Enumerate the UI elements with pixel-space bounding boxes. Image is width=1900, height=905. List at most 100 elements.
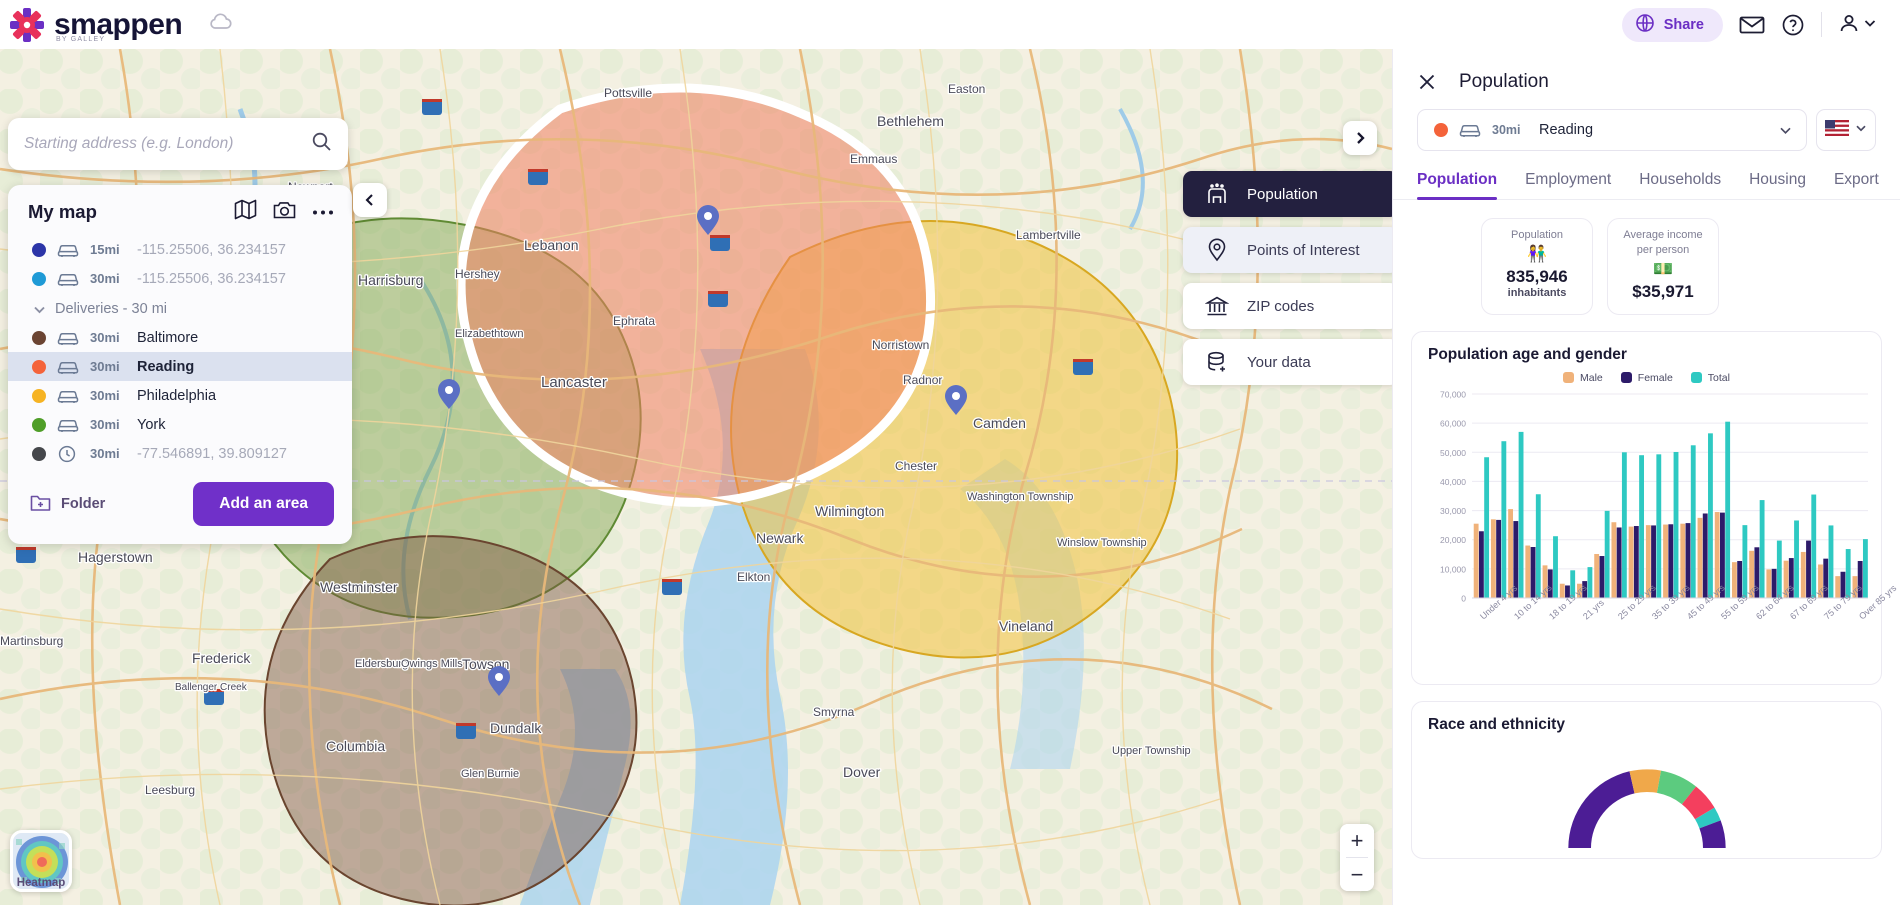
chart-plot-area: 0 10,000 20,000 30,000 40,000 50,000 60,000 70,… bbox=[1428, 388, 1868, 612]
map-canvas[interactable]: PottsvilleEastonBethlehemEmmausNewportLe… bbox=[0, 49, 1392, 905]
map-label: Pottsville bbox=[604, 86, 652, 100]
search-box[interactable] bbox=[8, 118, 348, 170]
chevron-down-icon[interactable] bbox=[32, 302, 47, 317]
bar-total bbox=[1656, 454, 1662, 598]
account-menu-button[interactable] bbox=[1838, 12, 1878, 37]
folder-group-deliveries[interactable]: Deliveries - 30 mi bbox=[8, 293, 352, 323]
brand-subtitle: BY GALLEY bbox=[56, 35, 106, 43]
layer-row-115-25506-36-234157[interactable]: 15mi -115.25506, 36.234157 bbox=[8, 235, 352, 264]
bar-total bbox=[1553, 535, 1558, 598]
search-input[interactable] bbox=[24, 135, 311, 153]
data-menu-label: ZIP codes bbox=[1247, 297, 1315, 315]
bar-total bbox=[1828, 525, 1834, 598]
zoom-out-button[interactable]: − bbox=[1340, 858, 1374, 891]
map-label: Westminster bbox=[320, 579, 398, 595]
layer-list-folder: 30mi Baltimore 30mi Reading 30mi Philade… bbox=[8, 323, 352, 468]
donut-segment[interactable] bbox=[1628, 769, 1661, 794]
bar-total bbox=[1587, 566, 1593, 598]
chart-title: Population age and gender bbox=[1428, 345, 1627, 363]
stat-card: Average income per person 💵 $35,971 bbox=[1607, 218, 1719, 315]
layer-color-dot[interactable] bbox=[32, 242, 46, 257]
close-icon[interactable] bbox=[1417, 72, 1437, 92]
map-label: Wilmington bbox=[815, 503, 884, 519]
bar-male bbox=[1611, 521, 1617, 598]
map-label: Frederick bbox=[192, 650, 251, 666]
right-panel: Population 30mi Reading Population Emplo… bbox=[1392, 49, 1900, 905]
donut-segment[interactable] bbox=[1567, 770, 1635, 848]
search-icon[interactable] bbox=[311, 131, 332, 157]
add-folder-button[interactable]: Folder bbox=[30, 493, 105, 516]
race-donut-chart bbox=[1428, 738, 1865, 848]
chevron-down-icon[interactable] bbox=[1854, 121, 1868, 140]
country-select[interactable] bbox=[1816, 109, 1876, 151]
svg-text:70,000: 70,000 bbox=[1440, 389, 1466, 399]
data-menu-item-points-of-interest[interactable]: Points of Interest bbox=[1183, 227, 1392, 273]
layer-color-dot[interactable] bbox=[32, 446, 46, 461]
layer-row-reading[interactable]: 30mi Reading bbox=[8, 352, 352, 381]
car-icon bbox=[57, 330, 79, 346]
population-icon bbox=[1205, 182, 1229, 206]
bar-total bbox=[1725, 421, 1731, 598]
zoom-controls: + − bbox=[1340, 824, 1374, 891]
stat-value: $35,971 bbox=[1632, 281, 1694, 301]
layer-name: Baltimore bbox=[137, 329, 199, 346]
more-horizontal-icon[interactable] bbox=[312, 203, 334, 221]
data-menu-item-population[interactable]: Population bbox=[1183, 171, 1392, 217]
svg-text:50,000: 50,000 bbox=[1440, 447, 1466, 457]
layer-row-york[interactable]: 30mi York bbox=[8, 410, 352, 439]
chart-x-axis-labels: Under 4 yrs 10 to 14 yrs 18 to 19 yrs 21 yr… bbox=[1428, 582, 1898, 674]
car-icon bbox=[57, 388, 79, 404]
data-menu-item-zip-codes[interactable]: ZIP codes bbox=[1183, 283, 1392, 329]
panel-header: Population bbox=[1393, 49, 1900, 93]
bar-female bbox=[1478, 530, 1484, 598]
stat-card: Population 👫 835,946 inhabitants bbox=[1481, 218, 1593, 315]
layer-distance: 30mi bbox=[90, 388, 120, 403]
layer-color-dot[interactable] bbox=[32, 388, 46, 403]
help-circle-icon[interactable] bbox=[1781, 13, 1805, 37]
map-label: Vineland bbox=[999, 618, 1053, 634]
heatmap-toggle[interactable] bbox=[10, 830, 72, 892]
tab-housing[interactable]: Housing bbox=[1749, 171, 1806, 199]
car-icon bbox=[57, 271, 79, 287]
add-an-area-button[interactable]: Add an area bbox=[193, 482, 334, 526]
svg-text:30,000: 30,000 bbox=[1440, 506, 1466, 516]
layer-color-dot[interactable] bbox=[32, 359, 46, 374]
data-menu-label: Your data bbox=[1247, 353, 1311, 371]
data-menu-label: Points of Interest bbox=[1247, 241, 1360, 259]
collapse-panel-button[interactable] bbox=[353, 183, 387, 217]
tab-population[interactable]: Population bbox=[1417, 171, 1498, 200]
area-select[interactable]: 30mi Reading bbox=[1417, 109, 1807, 151]
layer-color-dot[interactable] bbox=[32, 271, 46, 286]
car-icon bbox=[57, 242, 79, 258]
tab-employment[interactable]: Employment bbox=[1525, 171, 1611, 199]
layer-row-77-546891-39-809127[interactable]: 30mi -77.546891, 39.809127 bbox=[8, 439, 352, 468]
expand-panel-button[interactable] bbox=[1343, 121, 1377, 155]
map-icon[interactable] bbox=[234, 199, 257, 225]
tab-households[interactable]: Households bbox=[1639, 171, 1721, 199]
bar-total bbox=[1794, 520, 1799, 598]
bar-male bbox=[1663, 524, 1668, 598]
layer-color-dot[interactable] bbox=[32, 330, 46, 345]
layer-row-baltimore[interactable]: 30mi Baltimore bbox=[8, 323, 352, 352]
tab-export[interactable]: Export bbox=[1834, 171, 1879, 199]
legend-swatch bbox=[1563, 372, 1575, 384]
zoom-in-button[interactable]: + bbox=[1340, 824, 1374, 857]
stat-emoji: 👫 bbox=[1527, 245, 1547, 263]
bar-total bbox=[1673, 451, 1679, 598]
share-button[interactable]: Share bbox=[1621, 7, 1723, 42]
bar-female bbox=[1599, 555, 1605, 598]
map-label: Glen Burnie bbox=[461, 768, 519, 780]
data-menu-item-your-data[interactable]: Your data bbox=[1183, 339, 1392, 385]
layer-color-dot[interactable] bbox=[32, 417, 46, 432]
layer-row-115-25506-36-234157[interactable]: 30mi -115.25506, 36.234157 bbox=[8, 264, 352, 293]
top-bar: smappen BY GALLEY Share bbox=[0, 0, 1900, 49]
brand-logo[interactable]: smappen BY GALLEY bbox=[0, 7, 183, 43]
chevron-down-icon[interactable] bbox=[1777, 122, 1794, 139]
cloud-sync-icon[interactable] bbox=[208, 12, 234, 37]
layer-row-philadelphia[interactable]: 30mi Philadelphia bbox=[8, 381, 352, 410]
legend-label: Female bbox=[1637, 371, 1673, 384]
mail-icon[interactable] bbox=[1739, 15, 1765, 35]
stat-unit: inhabitants bbox=[1507, 286, 1567, 299]
camera-icon[interactable] bbox=[273, 200, 296, 225]
bar-male bbox=[1525, 545, 1531, 598]
